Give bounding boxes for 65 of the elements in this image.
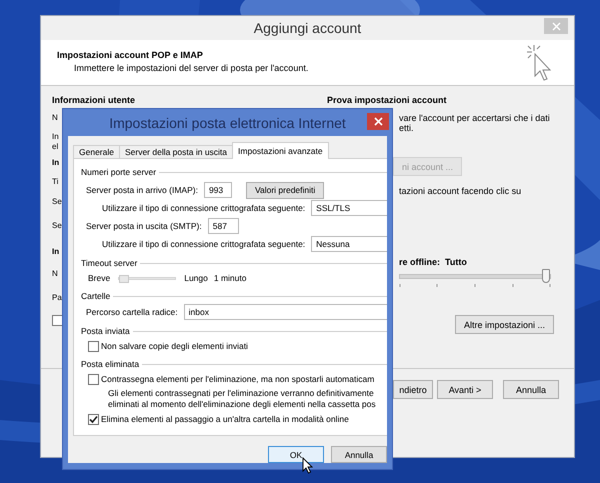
slider-thumb[interactable] — [542, 269, 550, 283]
ok-button[interactable]: OK — [268, 446, 324, 463]
cancel-button[interactable]: Annulla — [331, 446, 387, 463]
field-label: Utilizzare il tipo di connessione crittografata seguente: — [102, 239, 306, 249]
field-label: Server posta in uscita (SMTP): — [86, 221, 202, 231]
tab[interactable]: Generale — [73, 145, 120, 159]
header-title: Impostazioni account POP e IMAP — [57, 50, 204, 60]
dialog-title: Impostazioni posta elettronica Internet — [109, 114, 346, 130]
encryption-select[interactable]: Nessuna — [311, 236, 387, 252]
port-field[interactable]: 993 — [204, 182, 232, 198]
more-settings-button[interactable]: Altre impostazioni ... — [454, 315, 554, 334]
defaults-button[interactable]: Valori predefiniti — [246, 182, 324, 198]
checkbox-label: Non salvare copie degli elementi inviati — [101, 341, 248, 351]
section-heading: Prova impostazioni account — [327, 95, 447, 105]
note-text: Gli elementi contrassegnati per l'eliminazione verranno definitivamente — [108, 388, 375, 399]
description-text: tazioni account facendo clic su — [399, 186, 522, 196]
group-heading: Timeout server — [81, 258, 138, 268]
checkbox[interactable] — [88, 374, 99, 384]
header-subtitle: Immettere le impostazioni del server di posta per l'account. — [74, 63, 310, 73]
field-label: Pa — [52, 293, 62, 303]
close-icon — [374, 117, 382, 126]
field-label: N — [52, 113, 58, 123]
checkbox-label: Elimina elementi al passaggio a un'altra cartella in modalità online — [101, 414, 349, 424]
section-heading: In — [52, 247, 60, 257]
window-title: Aggiungi account — [254, 20, 362, 36]
wizard-button[interactable]: ndietro — [393, 380, 433, 399]
slider-label: Breve — [88, 273, 110, 283]
offline-label: re offline: Tutto — [399, 257, 467, 267]
wizard-button[interactable]: Avanti > — [437, 380, 493, 399]
slider-thumb[interactable] — [119, 274, 130, 282]
field-label: In — [52, 132, 59, 142]
timeout-value: 1 minuto — [214, 273, 246, 283]
section-heading: Informazioni utente — [52, 95, 135, 105]
field-label: Ti — [52, 177, 58, 187]
offline-slider[interactable] — [399, 269, 551, 284]
section-heading: In — [52, 158, 60, 168]
field-label: Percorso cartella radice: — [86, 307, 178, 317]
note-text: eliminati al momento dell'eliminazione degli elementi nella cassetta pos — [108, 399, 377, 410]
wizard-button[interactable]: Annulla — [503, 380, 559, 399]
group-heading: Numeri porte server — [81, 167, 156, 177]
close-icon — [552, 22, 560, 30]
field-label: Utilizzare il tipo di connessione crittografata seguente: — [102, 203, 306, 213]
slider-label: Lungo — [184, 273, 208, 283]
field-label: el — [52, 142, 58, 152]
description-text: vare l'account per accertarsi che i dati — [399, 113, 550, 123]
tab[interactable]: Impostazioni avanzate — [232, 142, 329, 159]
field-label: Se — [52, 197, 62, 207]
field-label: Server posta in arrivo (IMAP): — [86, 185, 198, 195]
checkmark-icon — [89, 414, 98, 424]
group-heading: Posta eliminata — [81, 359, 140, 369]
root-folder-field[interactable]: inbox — [184, 304, 387, 320]
description-text: etti. — [399, 123, 414, 133]
mouse-pointer-icon — [302, 457, 313, 474]
checkbox[interactable] — [88, 414, 99, 424]
encryption-select[interactable]: SSL/TLS — [311, 200, 387, 216]
field-label: N — [52, 269, 58, 279]
field-label: Se — [52, 221, 62, 231]
tab[interactable]: Server della posta in uscita — [118, 145, 234, 159]
group-heading: Posta inviata — [81, 326, 130, 336]
checkbox[interactable] — [88, 340, 99, 352]
group-heading: Cartelle — [81, 291, 110, 301]
close-button[interactable] — [367, 113, 389, 130]
checkbox-label: Contrassegna elementi per l'eliminazione, ma non spostarli automaticam — [101, 374, 374, 384]
checkbox[interactable] — [52, 315, 63, 326]
port-field[interactable]: 587 — [208, 218, 239, 234]
